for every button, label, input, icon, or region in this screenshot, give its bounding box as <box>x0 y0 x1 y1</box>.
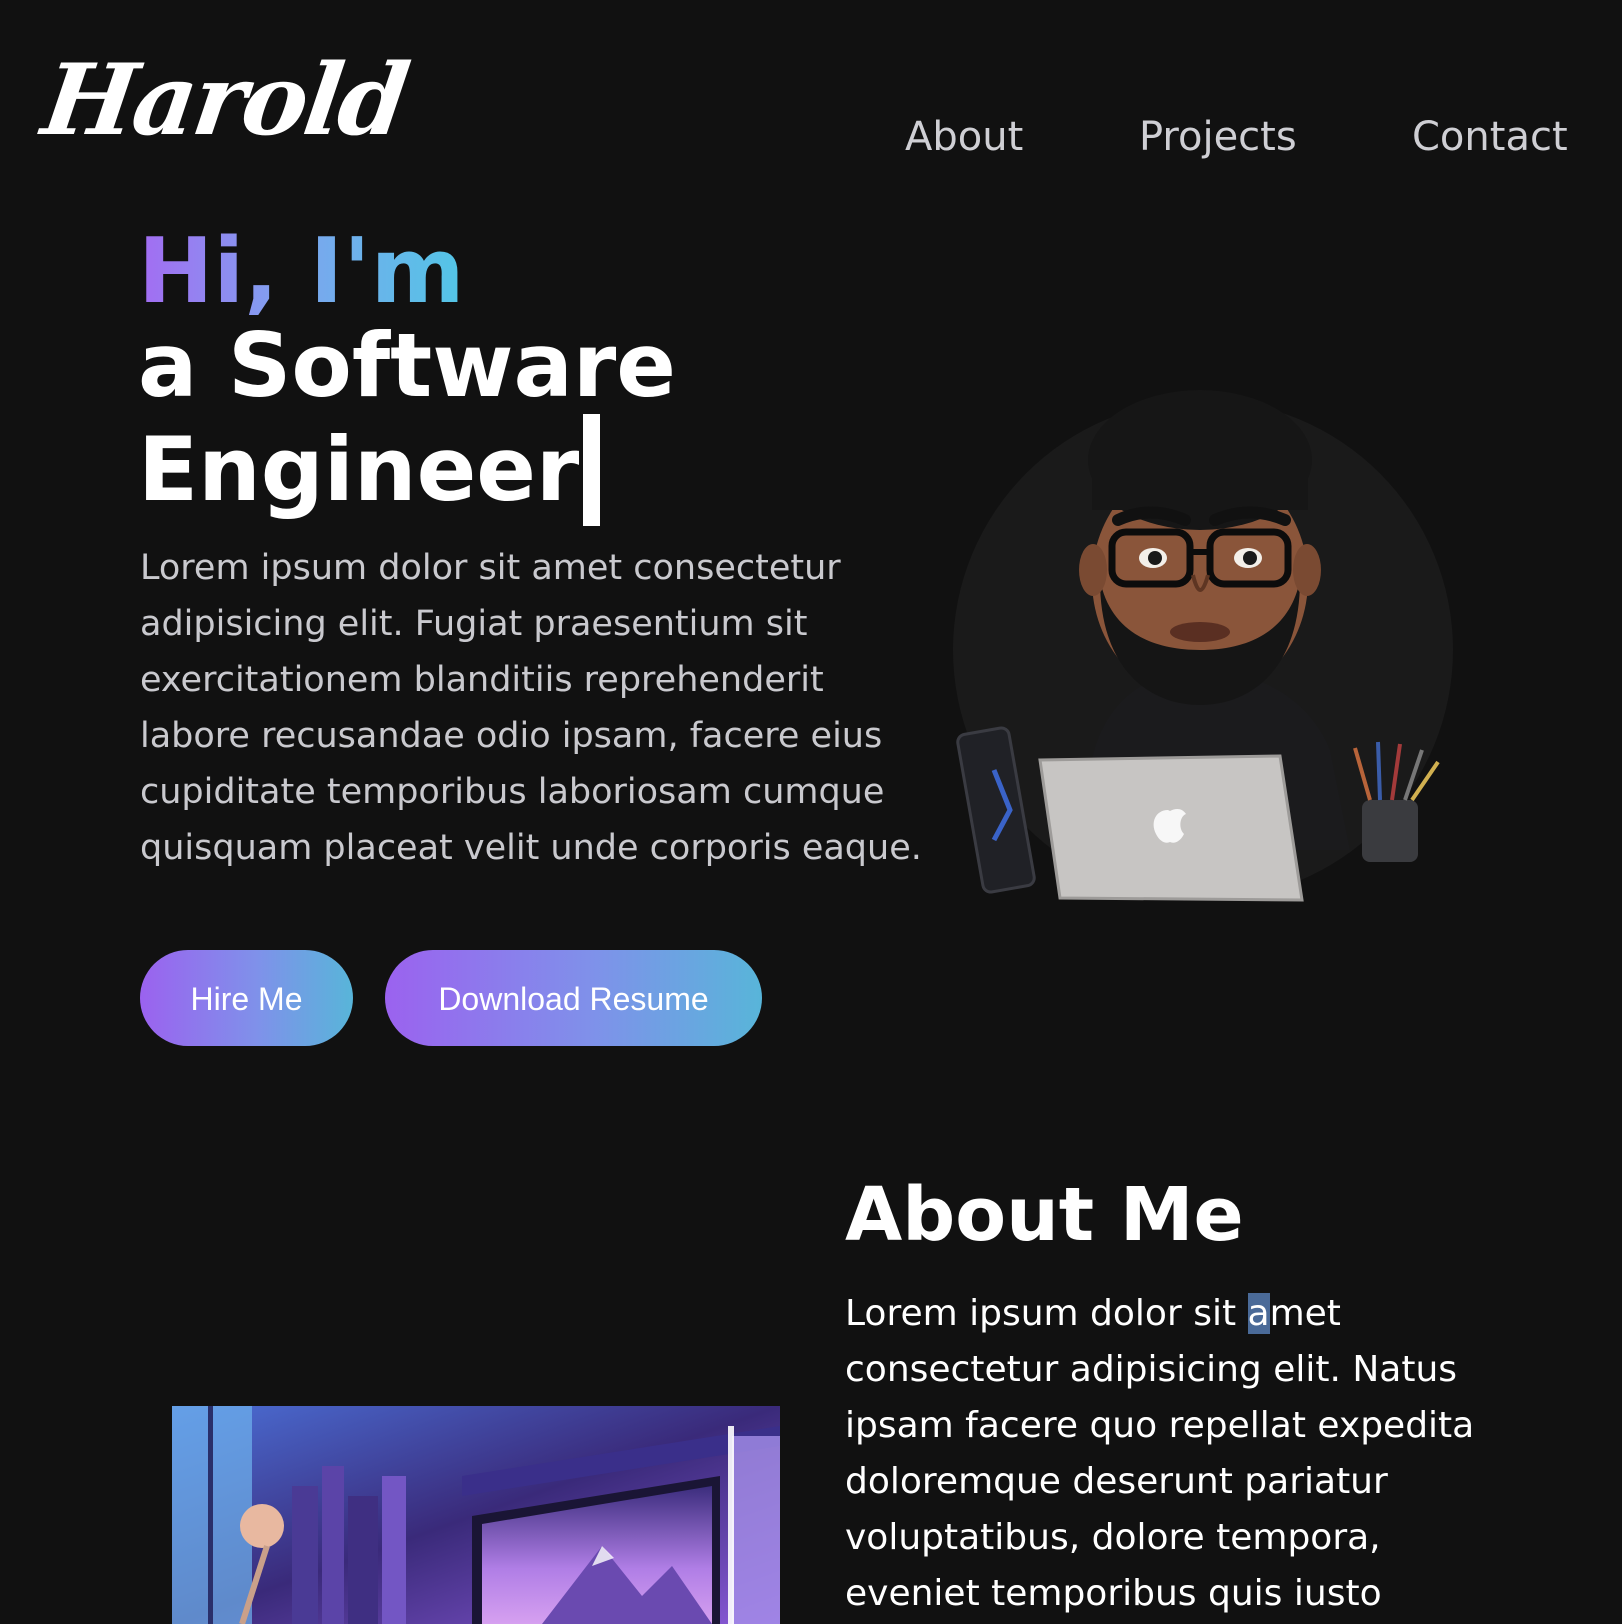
hero-title-line2: Engineer <box>138 414 676 526</box>
hero-description: Lorem ipsum dolor sit amet consectetur a… <box>140 548 922 868</box>
nav-projects-link[interactable]: Projects <box>1139 112 1297 162</box>
main-nav: About Projects Contact <box>0 112 1622 162</box>
avatar-illustration <box>950 370 1460 930</box>
hero-title-line1: a Software <box>138 314 676 417</box>
about-text-before: Lorem ipsum dolor sit <box>845 1293 1248 1334</box>
about-description: Lorem ipsum dolor sit amet consectetur a… <box>845 1286 1485 1622</box>
nav-contact-link[interactable]: Contact <box>1412 112 1568 162</box>
hero-title: a Software Engineer <box>138 318 676 526</box>
developer-avatar-image <box>956 390 1440 902</box>
about-text-after: met consectetur adipisicing elit. Natus … <box>845 1293 1475 1614</box>
about-workspace-image <box>172 1406 780 1624</box>
hero-title-word: Engineer <box>138 418 580 521</box>
nav-about-link[interactable]: About <box>905 112 1023 162</box>
typing-cursor <box>583 414 601 526</box>
download-resume-button[interactable]: Download Resume <box>385 950 762 1046</box>
hero-greeting: Hi, I'm <box>138 219 465 324</box>
workspace-illustration <box>172 1406 780 1624</box>
text-selection: a <box>1247 1293 1270 1334</box>
about-title: About Me <box>845 1172 1244 1258</box>
hire-me-button[interactable]: Hire Me <box>140 950 353 1046</box>
